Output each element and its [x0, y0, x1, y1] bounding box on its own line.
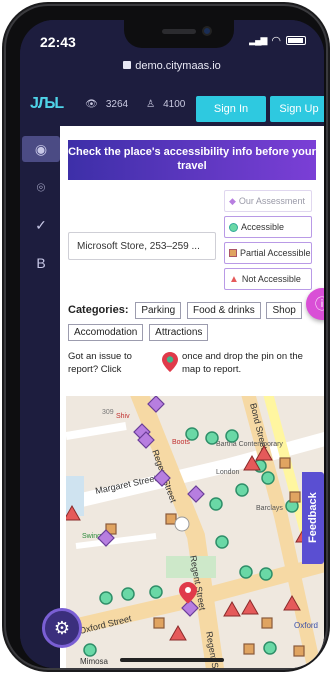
status-icons: ▂▄▆ ◠: [249, 34, 306, 47]
place-london: London: [216, 469, 239, 476]
status-time: 22:43: [40, 34, 76, 50]
search-input[interactable]: Microsoft Store, 253–259 ...: [68, 232, 216, 260]
place-bartha: Bartha Contemporary: [216, 441, 283, 448]
users-stat: ♙ 4100: [146, 99, 185, 110]
category-attractions[interactable]: Attractions: [149, 324, 209, 341]
category-accomodation[interactable]: Accomodation: [68, 324, 144, 341]
views-count: 3264: [105, 98, 129, 110]
partial-marker[interactable]: [153, 617, 165, 629]
legend-label: Not Accessible: [241, 274, 301, 284]
wifi-icon: ◠: [271, 35, 281, 47]
person-icon: ♙: [146, 98, 156, 110]
nav-check[interactable]: ✓: [28, 212, 54, 238]
partial-marker[interactable]: [279, 457, 291, 469]
info-banner: Check the place's accessibility info bef…: [68, 140, 316, 180]
legend: ◆ Our Assessment Accessible Partial Acces…: [224, 190, 312, 294]
diamond-icon: ◆: [229, 195, 236, 206]
report-text-left: Got an issue to report? Click: [68, 351, 132, 375]
legend-label: Partial Accessible: [240, 248, 311, 258]
accessible-marker[interactable]: [261, 471, 275, 485]
report-text-right: once and drop the pin on the map to repo…: [182, 351, 303, 375]
accessible-marker[interactable]: [263, 641, 277, 655]
info-icon: ⓘ: [315, 296, 324, 312]
eye-icon: ◉: [34, 140, 48, 157]
accessible-marker[interactable]: [225, 429, 239, 443]
location-pin-icon: ⌾: [36, 178, 46, 195]
accessible-marker[interactable]: [83, 643, 97, 657]
place-shiv: Shiv: [116, 413, 130, 420]
signal-icon: ▂▄▆: [249, 35, 267, 45]
accessible-marker[interactable]: [185, 427, 199, 441]
nav-letter: B: [36, 255, 46, 271]
sign-in-button[interactable]: Sign In: [196, 96, 266, 122]
left-nav: ◉ ⌾ ✓ B: [20, 126, 60, 668]
users-count: 4100: [163, 98, 186, 110]
main-content: Check the place's accessibility info bef…: [60, 126, 324, 668]
info-fab-button[interactable]: ⓘ: [306, 288, 324, 320]
triangle-icon: ▲: [229, 273, 239, 285]
accessible-marker[interactable]: [235, 483, 249, 497]
place-barclays: Barclays: [256, 505, 283, 512]
nav-b[interactable]: B: [28, 250, 54, 276]
map-number-309: 309: [102, 409, 114, 416]
lock-icon: [123, 61, 132, 69]
accessible-marker[interactable]: [239, 565, 253, 579]
sign-up-button[interactable]: Sign Up: [270, 96, 324, 122]
place-boots: Boots: [172, 439, 190, 446]
legend-our-assessment[interactable]: ◆ Our Assessment: [224, 190, 312, 212]
legend-label: Our Assessment: [238, 196, 305, 206]
accessible-marker[interactable]: [215, 535, 229, 549]
accessible-marker[interactable]: [259, 567, 273, 581]
category-food[interactable]: Food & drinks: [187, 302, 261, 319]
views-stat: 👁 3264: [85, 99, 128, 110]
pin-dot: [185, 587, 191, 593]
place-oxford: Oxford: [294, 621, 318, 630]
phone-frame: 22:43 ▂▄▆ ◠ demo.citymaas.io JЉL 👁 3264 …: [6, 6, 326, 668]
categories-label: Categories:: [68, 304, 129, 316]
partial-marker[interactable]: [293, 645, 305, 657]
home-indicator: [120, 658, 224, 662]
eye-icon: 👁: [85, 98, 98, 110]
logo[interactable]: JЉL: [30, 95, 64, 113]
screen: 22:43 ▂▄▆ ◠ demo.citymaas.io JЉL 👁 3264 …: [20, 20, 324, 668]
nav-eye[interactable]: ◉: [22, 136, 60, 162]
legend-label: Accessible: [241, 222, 285, 232]
square-icon: [229, 249, 237, 257]
url-text: demo.citymaas.io: [135, 60, 221, 72]
partial-marker[interactable]: [243, 643, 255, 655]
category-parking[interactable]: Parking: [135, 302, 182, 319]
circle-icon: [229, 222, 238, 232]
gear-hand-icon: ⚙: [53, 617, 71, 638]
map-canvas[interactable]: Margaret Street Regent Street Regent Str…: [66, 396, 324, 668]
place-mimosa: Mimosa: [80, 657, 109, 666]
notch: [124, 20, 234, 48]
category-shop[interactable]: Shop: [266, 302, 302, 319]
accessible-marker[interactable]: [205, 431, 219, 445]
accessible-marker[interactable]: [149, 585, 163, 599]
battery-icon: [286, 36, 306, 45]
locate-me-icon[interactable]: [174, 516, 190, 532]
partial-marker[interactable]: [261, 617, 273, 629]
nav-location[interactable]: ⌾: [28, 174, 54, 200]
legend-not-accessible[interactable]: ▲ Not Accessible: [224, 268, 312, 290]
partial-marker[interactable]: [165, 513, 177, 525]
address-bar[interactable]: demo.citymaas.io: [20, 60, 324, 72]
legend-partial[interactable]: Partial Accessible: [224, 242, 312, 264]
accessibility-helper-button[interactable]: ⚙: [42, 608, 82, 648]
feedback-tab[interactable]: Feedback: [302, 472, 324, 564]
map[interactable]: Margaret Street Regent Street Regent Str…: [66, 396, 324, 668]
check-icon: ✓: [35, 216, 47, 233]
map-pin-icon[interactable]: [162, 352, 178, 372]
partial-marker[interactable]: [289, 491, 301, 503]
accessible-marker[interactable]: [99, 591, 113, 605]
accessible-marker[interactable]: [121, 587, 135, 601]
accessible-marker[interactable]: [209, 497, 223, 511]
legend-accessible[interactable]: Accessible: [224, 216, 312, 238]
